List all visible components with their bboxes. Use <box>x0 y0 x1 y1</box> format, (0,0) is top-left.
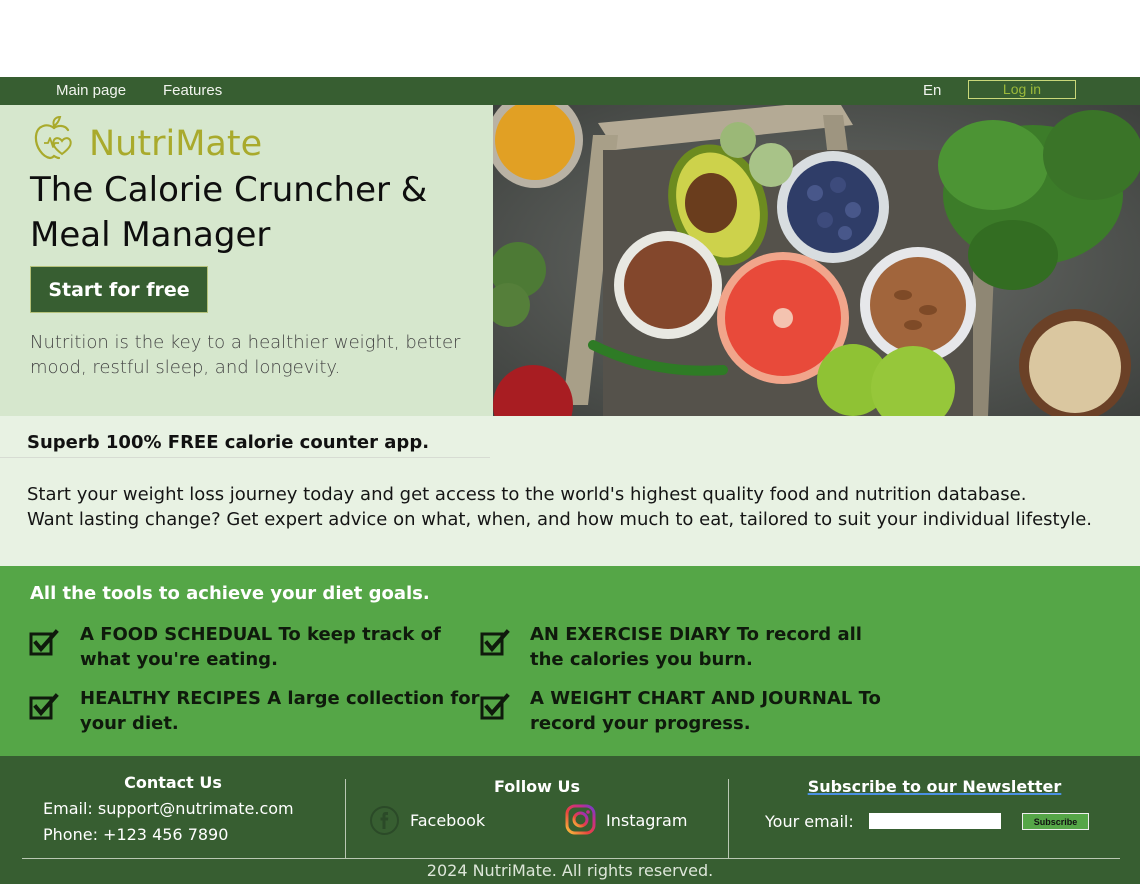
follow-us-title: Follow Us <box>493 777 581 796</box>
apple-heart-logo-icon <box>34 116 72 160</box>
hero-headline: The Calorie Cruncher & Meal Manager <box>30 170 428 255</box>
language-selector[interactable]: En <box>923 82 941 99</box>
checkbox-checked-icon <box>29 693 59 720</box>
checkbox-checked-icon <box>480 693 510 720</box>
tool-item-food-schedule: A FOOD SCHEDUAL To keep track of what yo… <box>80 624 441 670</box>
hero-food-image <box>493 105 1140 416</box>
start-for-free-button[interactable]: Start for free <box>30 266 208 313</box>
free-section-text: Start your weight loss journey today and… <box>27 482 1132 532</box>
free-section-title: Superb 100% FREE calorie counter app. <box>27 432 430 453</box>
tools-section-title: All the tools to achieve your diet goals… <box>30 583 430 604</box>
nav-link-features[interactable]: Features <box>163 82 222 99</box>
newsletter-title: Subscribe to our Newsletter <box>807 777 1062 796</box>
copyright-text: 2024 NutriMate. All rights reserved. <box>426 861 714 880</box>
section-divider <box>0 457 490 458</box>
checkbox-checked-icon <box>29 629 59 656</box>
footer-bottom-divider <box>22 858 1120 859</box>
contact-phone: Phone: +123 456 7890 <box>43 825 229 844</box>
top-blank-area <box>0 0 1140 77</box>
login-button[interactable]: Log in <box>968 80 1076 99</box>
food-tray-illustration <box>493 105 1140 416</box>
free-text-line-2: Want lasting change? Get expert advice o… <box>27 509 1093 530</box>
contact-email[interactable]: Email: support@nutrimate.com <box>43 799 294 818</box>
free-text-line-1: Start your weight loss journey today and… <box>27 484 1027 505</box>
checkbox-checked-icon <box>480 629 510 656</box>
email-label: Your email: <box>765 812 854 831</box>
hero-description: Nutrition is the key to a healthier weig… <box>30 332 461 378</box>
facebook-link[interactable]: Facebook <box>410 811 485 830</box>
brand-name: NutriMate <box>89 124 263 164</box>
contact-us-title: Contact Us <box>124 773 222 792</box>
tool-item-weight-chart: A WEIGHT CHART AND JOURNAL To record you… <box>530 688 881 734</box>
tool-item-exercise-diary: AN EXERCISE DIARY To record all the calo… <box>530 624 862 670</box>
top-navbar: Main page Features En Log in <box>0 77 1140 105</box>
tool-item-healthy-recipes: HEALTHY RECIPES A large collection for y… <box>80 688 480 734</box>
newsletter-email-input[interactable] <box>869 813 1001 829</box>
facebook-icon[interactable] <box>370 806 399 835</box>
instagram-link[interactable]: Instagram <box>606 811 687 830</box>
subscribe-button[interactable]: Subscribe <box>1022 813 1089 830</box>
nav-link-main-page[interactable]: Main page <box>56 82 126 99</box>
instagram-icon[interactable] <box>565 804 596 835</box>
